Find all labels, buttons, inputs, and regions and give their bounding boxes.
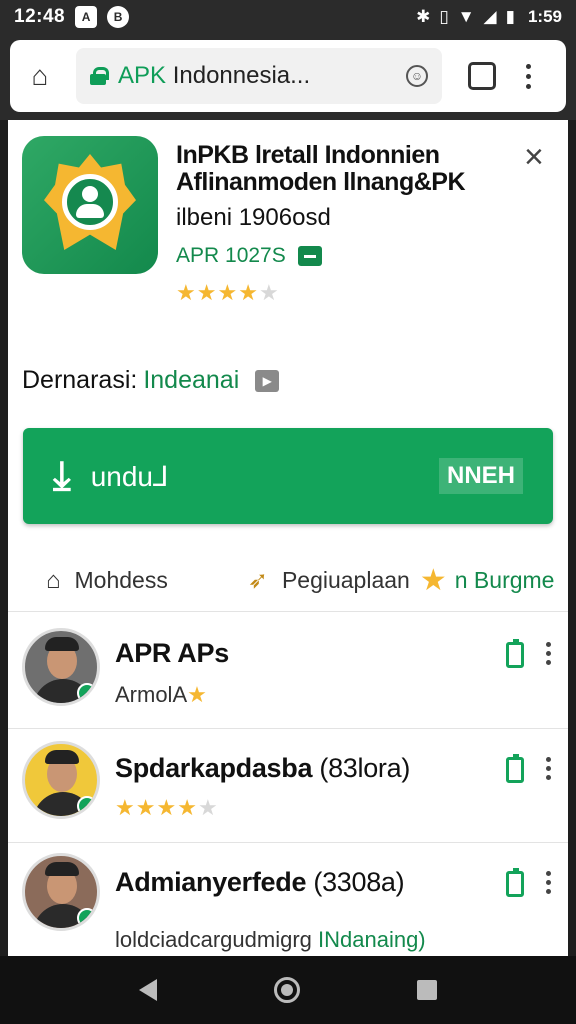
item-name: Spdarkapdasba (83lora) xyxy=(115,753,411,783)
phone-icon[interactable] xyxy=(506,868,524,897)
rating-star-icon: ★ xyxy=(196,280,218,305)
phone-icon[interactable] xyxy=(506,639,524,668)
list-item[interactable]: APR APs ArmolA★ xyxy=(8,614,568,728)
list-item[interactable]: Spdarkapdasba (83lora) ★★★★★ xyxy=(8,728,568,842)
version-row: APR 1027S xyxy=(176,244,322,268)
bluetooth-icon: ✱ xyxy=(416,7,431,26)
reader-mode-icon[interactable]: ☺ xyxy=(406,65,428,87)
signal-icon: ◢ xyxy=(483,7,497,26)
rating-star-icon: ★ xyxy=(238,280,259,305)
app-subtitle: ilbeni 1906osd xyxy=(176,204,331,231)
battery-icon: ▮ xyxy=(505,7,515,26)
phone-icon[interactable] xyxy=(506,754,524,783)
tab-mohdess[interactable]: ⌂ Mohdess xyxy=(46,567,168,595)
vibrate-icon: ▯ xyxy=(439,7,449,26)
avatar xyxy=(22,853,100,931)
avatar xyxy=(22,741,100,819)
rating-star-icon: ★ xyxy=(135,795,157,820)
online-badge-icon xyxy=(77,908,97,928)
item-subtitle: ArmolA★ xyxy=(115,682,207,707)
home-nav-icon[interactable] xyxy=(273,977,300,1003)
rating-star-icon: ★ xyxy=(115,795,136,820)
download-button[interactable]: ⤓ undu⅃ NNEH xyxy=(23,428,553,524)
notification-b-icon: B xyxy=(107,6,130,28)
item-rating: ★★★★★ xyxy=(115,795,219,821)
more-options-button[interactable] xyxy=(546,871,551,894)
rating-star-icon: ★ xyxy=(156,795,178,820)
list-item[interactable]: Admianyerfede (3308a) loldciadcargudmigr… xyxy=(8,842,568,956)
rating-star-icon: ★ xyxy=(197,795,219,820)
tab-bar: ⌂ Mohdess ➶ Pegiuaplaan ★ n Burgme xyxy=(8,550,568,612)
description-row: Dernarasi: Indeanai ▶ xyxy=(22,366,280,395)
browser-menu-button[interactable] xyxy=(520,63,536,89)
notification-a-icon: A xyxy=(75,6,98,28)
item-name: Admianyerfede (3308a) xyxy=(115,867,405,897)
banana-icon: ➶ xyxy=(247,567,268,594)
download-right-label: NNEH xyxy=(438,458,523,494)
version-badge-icon xyxy=(297,246,322,266)
avatar xyxy=(22,628,100,706)
recents-icon[interactable] xyxy=(417,980,438,1000)
tab-switcher-button[interactable] xyxy=(468,62,496,90)
more-options-button[interactable] xyxy=(546,642,551,665)
download-icon: ⤓ xyxy=(53,454,71,498)
wifi-icon: ▼ xyxy=(457,7,475,26)
address-bar[interactable]: APK Indonnesia... ☺ xyxy=(76,48,442,104)
home-icon: ⌂ xyxy=(31,60,49,91)
tab-label: Mohdess xyxy=(74,567,168,593)
home-icon: ⌂ xyxy=(46,566,61,594)
tab-label: n Burgme xyxy=(454,567,555,593)
play-icon[interactable]: ▶ xyxy=(255,369,280,392)
app-version: APR 1027S xyxy=(176,244,286,267)
online-badge-icon xyxy=(77,683,97,703)
star-icon: ★ xyxy=(419,564,447,597)
rating-star-icon: ★ xyxy=(258,280,280,305)
more-options-button[interactable] xyxy=(546,757,551,780)
star-icon: ★ xyxy=(187,682,207,707)
url-text: APK Indonnesia... xyxy=(118,62,311,89)
browser-toolbar: ⌂ APK Indonnesia... ☺ xyxy=(0,34,576,120)
close-icon[interactable]: × xyxy=(524,140,544,174)
download-label: undu⅃ xyxy=(90,460,169,492)
tab-label: Pegiuaplaan xyxy=(281,567,410,593)
rating-star-icon: ★ xyxy=(217,280,239,305)
status-clock: 1:59 xyxy=(527,7,562,26)
app-title: InPKB lretall Indonnien Aflinanmoden lln… xyxy=(176,141,466,196)
app-rating: ★★★★★ xyxy=(176,280,280,306)
tab-burgme[interactable]: ★ n Burgme xyxy=(420,563,555,598)
back-icon[interactable] xyxy=(138,979,157,1001)
rating-star-icon: ★ xyxy=(176,280,197,305)
description-label: Dernarasi: xyxy=(22,366,138,394)
status-time: 12:48 xyxy=(14,6,66,27)
item-subtitle: loldciadcargudmigrg INdanaing) xyxy=(115,927,426,952)
rating-star-icon: ★ xyxy=(177,795,198,820)
tab-pegiuaplaan[interactable]: ➶ Pegiuaplaan xyxy=(248,566,410,595)
app-icon xyxy=(22,136,158,274)
system-nav-bar xyxy=(0,956,576,1024)
online-badge-icon xyxy=(77,796,97,816)
lock-icon xyxy=(90,67,109,85)
home-button[interactable]: ⌂ xyxy=(22,58,58,94)
page-content: InPKB lretall Indonnien Aflinanmoden lln… xyxy=(8,120,568,956)
description-value[interactable]: Indeanai xyxy=(143,366,239,395)
item-name: APR APs xyxy=(115,638,229,668)
status-bar: 12:48 A B ✱ ▯ ▼ ◢ ▮ 1:59 xyxy=(0,0,576,34)
